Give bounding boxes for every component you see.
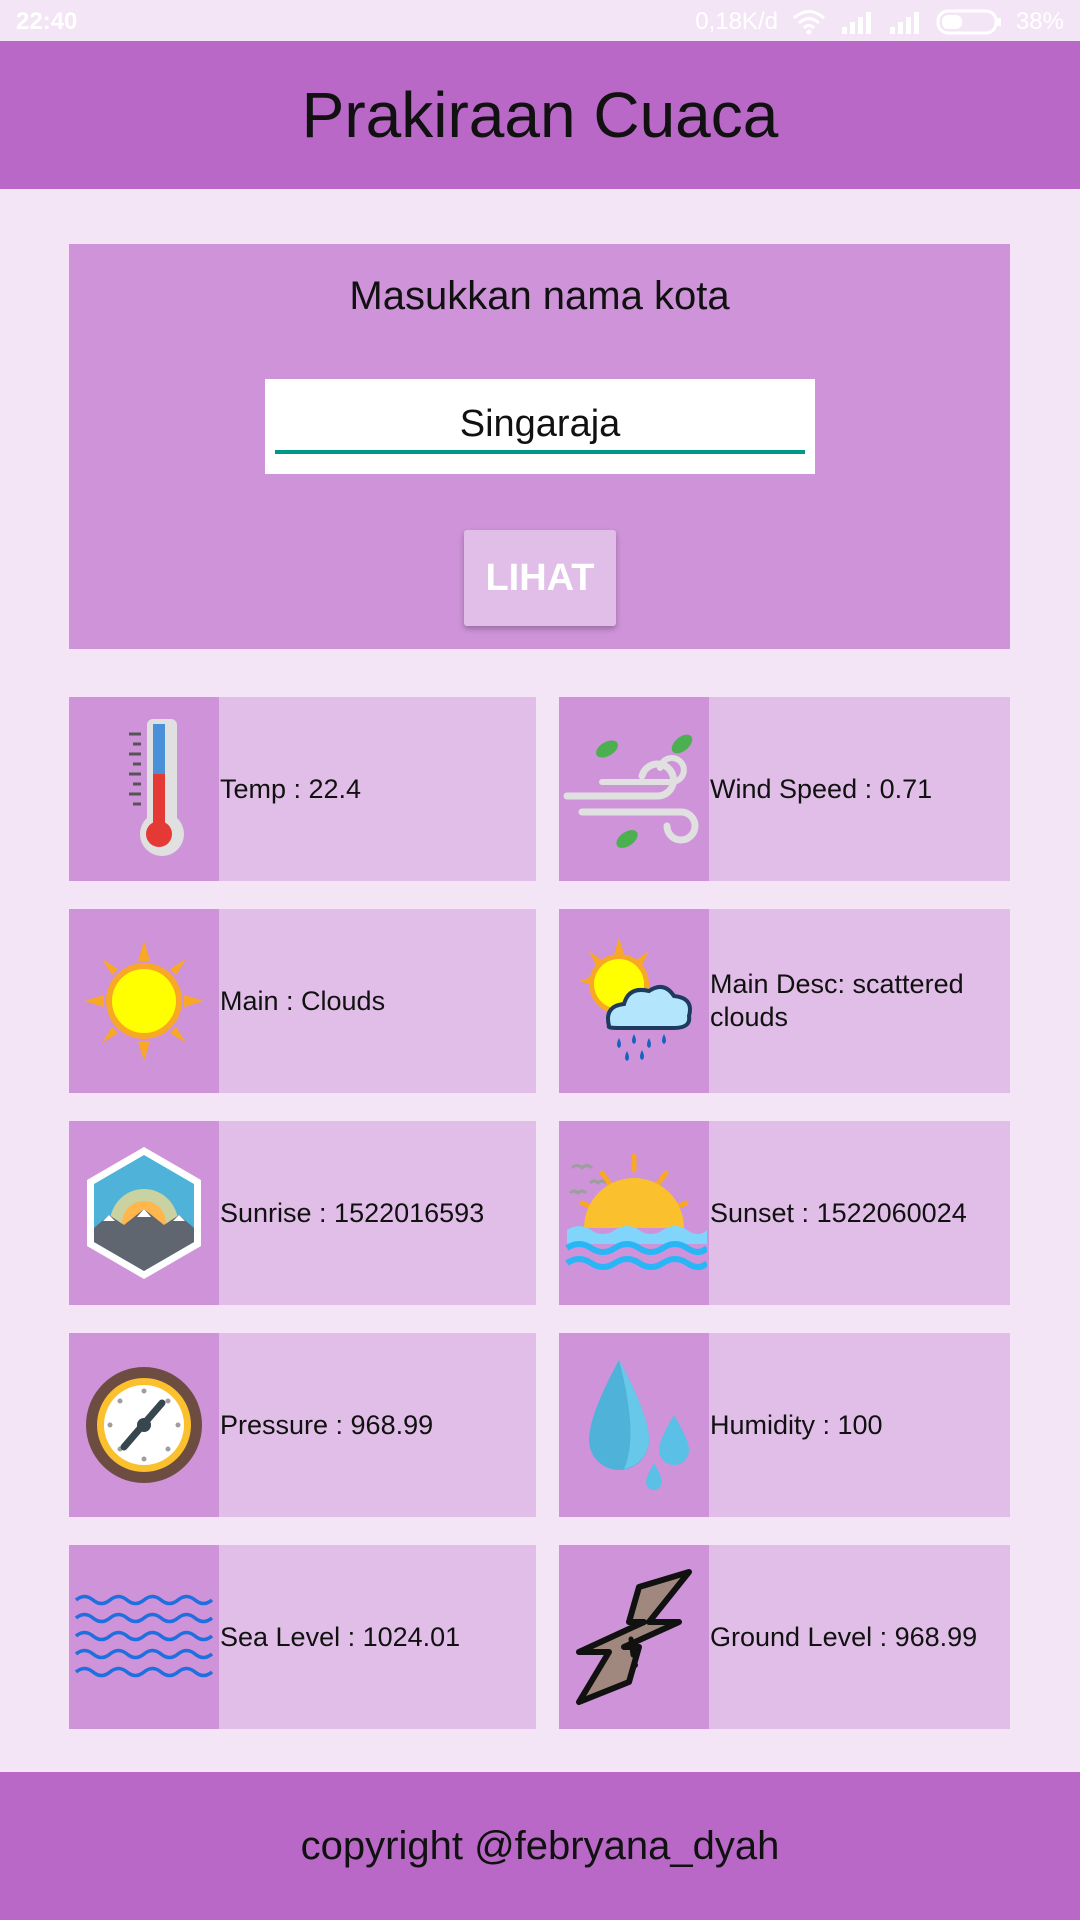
ground-level-value: Ground Level : 968.99 <box>710 1621 978 1652</box>
main-desc-value: Main Desc: scattered clouds <box>710 969 964 1032</box>
status-right: 0,18K/d 38% <box>695 8 1064 36</box>
pressure-value: Pressure : 968.99 <box>220 1409 434 1440</box>
main-tile: Main : Clouds <box>69 909 536 1093</box>
wind-speed-tile: Wind Speed : 0.71 <box>559 697 1010 881</box>
lihat-button[interactable]: LIHAT <box>464 530 616 626</box>
city-prompt: Masukkan nama kota <box>349 274 730 318</box>
ground-level-tile: Ground Level : 968.99 <box>559 1545 1010 1729</box>
sea-level-tile: Sea Level : 1024.01 <box>69 1545 536 1729</box>
battery-level: 38% <box>1015 8 1064 35</box>
wifi-icon <box>792 9 826 35</box>
sunrise-icon <box>69 1121 219 1305</box>
city-input[interactable] <box>275 399 805 449</box>
sunset-value: Sunset : 1522060024 <box>710 1197 967 1228</box>
copyright-text: copyright @febryana_dyah <box>300 1823 780 1868</box>
sunset-icon <box>559 1121 709 1305</box>
page-title: Prakiraan Cuaca <box>301 79 779 151</box>
sunrise-value: Sunrise : 1522016593 <box>220 1197 485 1228</box>
sea-waves-icon <box>69 1545 219 1729</box>
signal-icon <box>840 10 874 34</box>
battery-icon <box>936 9 1002 35</box>
thermometer-icon <box>69 697 219 881</box>
city-field-container <box>265 379 815 474</box>
search-card: Masukkan nama kota LIHAT <box>69 244 1010 649</box>
temp-value: Temp : 22.4 <box>220 773 362 804</box>
status-bar: 22:40 0,18K/d 38% <box>0 0 1080 41</box>
sun-cloud-rain-icon <box>559 909 709 1093</box>
water-drops-icon <box>559 1333 709 1517</box>
footer: copyright @febryana_dyah <box>0 1772 1080 1920</box>
status-time: 22:40 <box>16 8 78 35</box>
wind-speed-value: Wind Speed : 0.71 <box>710 773 933 804</box>
sunrise-tile: Sunrise : 1522016593 <box>69 1121 536 1305</box>
ground-crack-icon <box>559 1545 709 1729</box>
main-value: Main : Clouds <box>220 985 386 1016</box>
temp-tile: Temp : 22.4 <box>69 697 536 881</box>
pressure-gauge-icon <box>69 1333 219 1517</box>
network-speed: 0,18K/d <box>695 8 778 35</box>
main-desc-tile: Main Desc: scattered clouds <box>559 909 1010 1093</box>
sea-level-value: Sea Level : 1024.01 <box>220 1621 461 1652</box>
city-input-underline <box>275 450 805 454</box>
humidity-value: Humidity : 100 <box>710 1409 883 1440</box>
pressure-tile: Pressure : 968.99 <box>69 1333 536 1517</box>
wind-icon <box>559 697 709 881</box>
sunset-tile: Sunset : 1522060024 <box>559 1121 1010 1305</box>
app-bar: Prakiraan Cuaca <box>0 41 1080 189</box>
signal-icon-2 <box>888 10 922 34</box>
sun-icon <box>69 909 219 1093</box>
humidity-tile: Humidity : 100 <box>559 1333 1010 1517</box>
